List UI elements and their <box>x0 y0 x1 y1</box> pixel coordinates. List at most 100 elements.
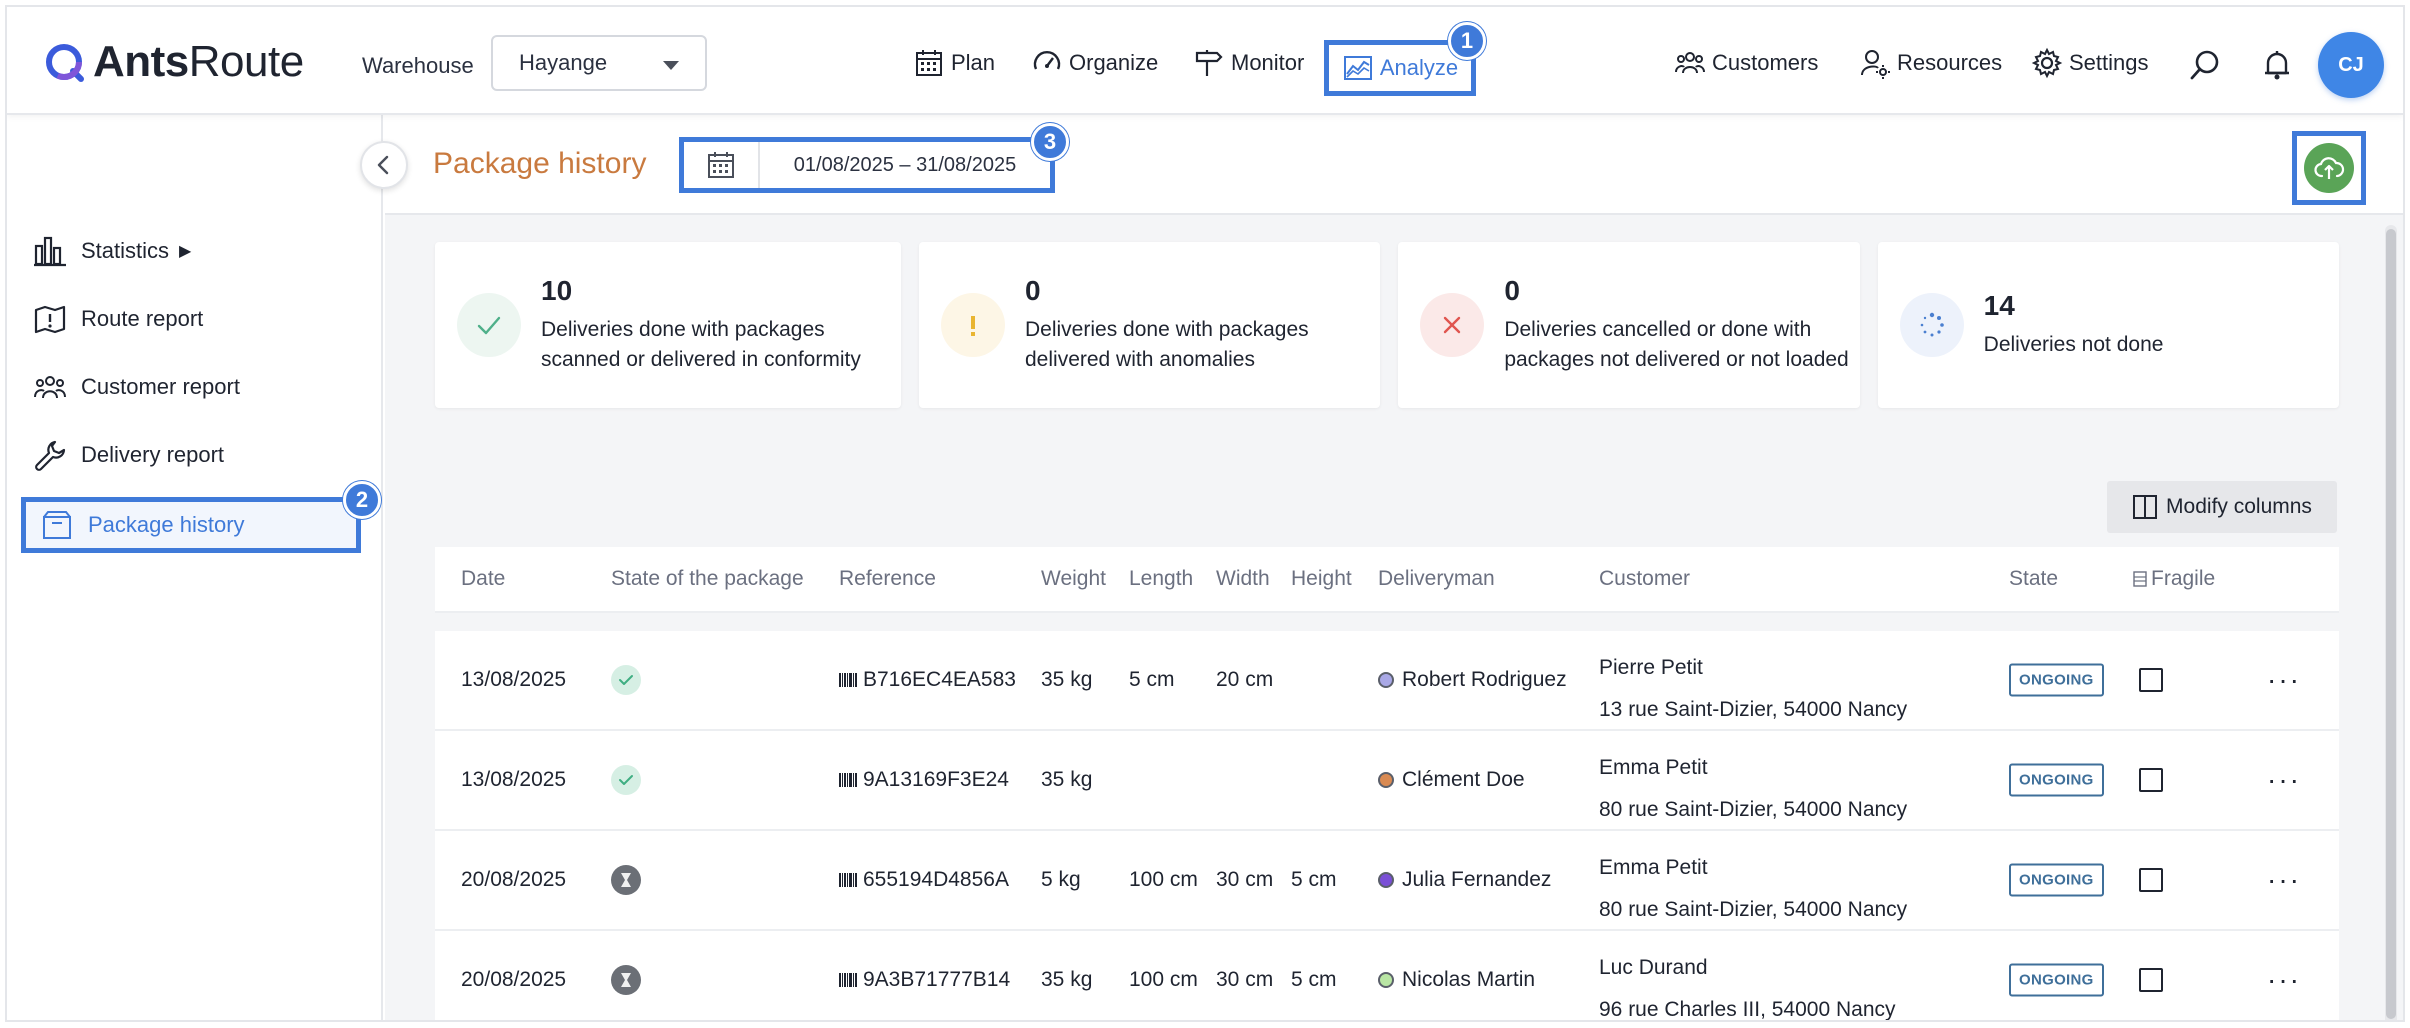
cell-weight: 35 kg <box>1041 768 1093 791</box>
cell-customer: Pierre Petit 13 rue Saint-Dizier, 54000 N… <box>1599 647 1907 731</box>
card-description: Deliveries not done <box>1983 333 2164 356</box>
nav-monitor[interactable]: Monitor <box>1193 47 1304 79</box>
column-header-height[interactable]: Height <box>1291 567 1352 591</box>
search-icon[interactable] <box>2187 47 2223 83</box>
modify-columns-label: Modify columns <box>2166 495 2312 518</box>
customer-address: 80 rue Saint-Dizier, 54000 Nancy <box>1599 898 1908 921</box>
cell-weight: 5 kg <box>1041 868 1081 891</box>
modify-columns-button[interactable]: Modify columns <box>2107 481 2337 533</box>
cell-length: 100 cm <box>1129 868 1198 891</box>
hourglass-icon <box>611 865 641 895</box>
card-description: Deliveries cancelled or done with packag… <box>1504 318 1849 371</box>
column-header-length[interactable]: Length <box>1129 567 1193 591</box>
column-header-reference[interactable]: Reference <box>839 567 936 591</box>
customers-icon <box>34 376 66 399</box>
fragile-checkbox[interactable] <box>2139 968 2163 992</box>
fragile-checkbox[interactable] <box>2139 768 2163 792</box>
bell-icon[interactable] <box>2259 47 2295 83</box>
barcode-icon <box>839 973 857 987</box>
customer-name: Emma Petit <box>1599 856 1708 879</box>
user-avatar[interactable]: CJ <box>2318 32 2384 98</box>
sidebar-item-package-history[interactable]: Package history <box>21 497 361 553</box>
fragile-icon <box>2133 571 2147 587</box>
scrollbar-thumb[interactable] <box>2386 229 2396 1019</box>
chevron-left-icon <box>377 155 389 175</box>
nav-plan[interactable]: Plan <box>913 47 995 79</box>
row-more-actions-icon[interactable]: ··· <box>2267 664 2301 696</box>
cell-date: 20/08/2025 <box>461 868 567 891</box>
cloud-upload-icon <box>2314 157 2345 179</box>
summary-card-anomalies: 0 Deliveries done with packages delivere… <box>919 242 1381 408</box>
table-header: Date State of the package Reference Weig… <box>435 547 2339 613</box>
sidebar-item-label: Customer report <box>81 374 240 399</box>
column-header-deliveryman[interactable]: Deliveryman <box>1378 567 1495 591</box>
customer-address: 96 rue Charles III, 54000 Nancy <box>1599 998 1896 1021</box>
column-header-weight[interactable]: Weight <box>1041 567 1106 591</box>
close-icon <box>1420 293 1485 357</box>
row-more-actions-icon[interactable]: ··· <box>2267 864 2301 896</box>
wrench-icon <box>35 440 66 471</box>
table-row[interactable]: 20/08/2025 655194D4856A 5 kg 100 cm 30 c… <box>435 831 2339 931</box>
vertical-scrollbar[interactable] <box>2385 225 2397 1020</box>
signpost-icon <box>1195 50 1223 76</box>
customer-name: Luc Durand <box>1599 956 1708 979</box>
column-header-customer[interactable]: Customer <box>1599 567 1690 591</box>
cell-package-state <box>611 765 641 795</box>
cell-reference: 655194D4856A <box>839 868 1009 892</box>
card-description: Deliveries done with packages scanned or… <box>541 318 861 371</box>
summary-card-conform: 10 Deliveries done with packages scanned… <box>435 242 901 408</box>
brand-name: AntsRoute <box>93 37 304 86</box>
sidebar-item-label: Package history <box>88 512 245 537</box>
deliveryman-color-dot <box>1378 772 1394 789</box>
cell-weight: 35 kg <box>1041 968 1093 991</box>
app-logo[interactable]: AntsRoute <box>43 37 304 87</box>
title-bar: Package history 01/08/2025 – 31/08/2025 <box>385 115 2403 215</box>
column-header-state[interactable]: State <box>2009 567 2058 591</box>
nav-settings[interactable]: Settings <box>2031 47 2149 79</box>
cell-width: 30 cm <box>1216 868 1274 891</box>
fragile-checkbox[interactable] <box>2139 868 2163 892</box>
collapse-sidebar-button[interactable] <box>360 141 408 189</box>
nav-customers[interactable]: Customers <box>1674 47 1818 79</box>
sidebar-item-label: Route report <box>81 306 204 331</box>
gear-icon <box>2031 47 2063 79</box>
triangle-right-icon: ▶ <box>179 243 192 260</box>
cell-customer: Luc Durand 96 rue Charles III, 54000 Nanc… <box>1599 947 1896 1021</box>
nav-organize[interactable]: Organize <box>1031 47 1158 79</box>
warehouse-select[interactable]: Hayange <box>491 35 707 91</box>
table-row[interactable]: 13/08/2025 9A13169F3E24 35 kg Clément Do… <box>435 731 2339 831</box>
table-row[interactable]: 20/08/2025 9A3B71777B14 35 kg 100 cm 30 … <box>435 931 2339 1021</box>
nav-resources[interactable]: Resources <box>1859 47 2002 79</box>
export-button[interactable] <box>2304 143 2354 193</box>
chart-line-icon <box>1343 56 1372 80</box>
nav-settings-label: Settings <box>2069 50 2149 75</box>
summary-cards: 10 Deliveries done with packages scanned… <box>435 242 2339 408</box>
summary-card-not-done: 14 Deliveries not done <box>1877 242 2339 408</box>
column-header-date[interactable]: Date <box>461 567 505 591</box>
cell-width: 20 cm <box>1216 668 1274 691</box>
cell-length: 100 cm <box>1129 968 1198 991</box>
date-picker-button[interactable] <box>684 142 760 188</box>
column-header-width[interactable]: Width <box>1216 567 1270 591</box>
row-more-actions-icon[interactable]: ··· <box>2267 964 2301 996</box>
fragile-checkbox[interactable] <box>2139 668 2163 692</box>
export-button-frame <box>2292 131 2366 205</box>
column-header-fragile[interactable]: Fragile <box>2133 567 2215 591</box>
cell-date: 20/08/2025 <box>461 968 567 991</box>
customers-icon <box>1675 52 1705 74</box>
cell-deliveryman: Robert Rodriguez <box>1378 668 1567 692</box>
date-range-picker[interactable]: 01/08/2025 – 31/08/2025 <box>679 137 1055 193</box>
card-count: 0 <box>1504 275 1520 306</box>
barcode-icon <box>839 773 857 787</box>
card-count: 10 <box>541 275 573 306</box>
row-more-actions-icon[interactable]: ··· <box>2267 764 2301 796</box>
column-header-state-package[interactable]: State of the package <box>611 567 804 591</box>
sidebar-item-route-report[interactable]: Route report <box>33 293 203 345</box>
table-row[interactable]: 13/08/2025 B716EC4EA583 35 kg 5 cm 20 cm… <box>435 631 2339 731</box>
customer-name: Pierre Petit <box>1599 656 1703 679</box>
sidebar-item-statistics[interactable]: Statistics ▶ <box>33 225 191 277</box>
sidebar-item-customer-report[interactable]: Customer report <box>33 361 240 413</box>
cell-reference: 9A13169F3E24 <box>839 768 1009 792</box>
sidebar-item-delivery-report[interactable]: Delivery report <box>33 429 224 481</box>
card-description: Deliveries done with packages delivered … <box>1025 318 1309 371</box>
